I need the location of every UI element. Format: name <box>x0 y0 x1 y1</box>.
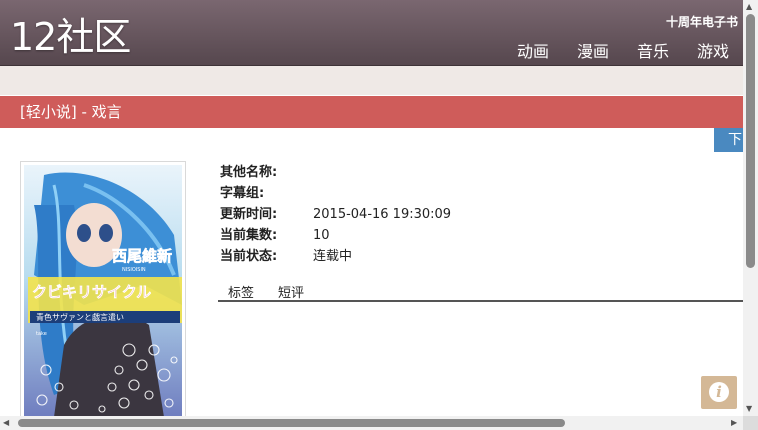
cover-title-text: クビキリサイクル <box>32 283 151 301</box>
info-label: 当前状态: <box>220 249 278 264</box>
nav-item-music[interactable]: 音乐 <box>637 38 669 62</box>
cover-image: 西尾維新 NISIOISIN クビキリサイクル 青色サヴァンと戯言遣い take <box>20 161 186 421</box>
nav-item-manga[interactable]: 漫画 <box>577 38 609 62</box>
info-value: 2015-04-16 19:30:09 <box>313 207 452 222</box>
main-nav: 动画 漫画 音乐 游戏 <box>489 38 729 62</box>
subheader-band <box>0 66 743 95</box>
info-label: 更新时间: <box>220 207 278 222</box>
info-row-status: 当前状态: 连载中 <box>220 246 451 267</box>
info-row-episode-count: 当前集数: 10 <box>220 225 451 246</box>
info-block: 其他名称: 字幕组: 更新时间: 2015-04-16 19:30:09 当前集… <box>220 162 451 267</box>
scroll-up-icon[interactable]: ▲ <box>746 2 752 12</box>
scrollbar-corner <box>743 416 758 430</box>
nav-item-games[interactable]: 游戏 <box>697 38 729 62</box>
category-bar: [轻小说] - 戏言 <box>0 96 743 128</box>
scroll-down-icon[interactable]: ▼ <box>746 404 752 414</box>
site-logo[interactable]: 12社区 <box>10 14 131 60</box>
info-value: 连载中 <box>313 249 353 264</box>
info-row-other-name: 其他名称: <box>220 162 451 183</box>
info-icon: i <box>709 382 729 402</box>
category-title: [轻小说] - 戏言 <box>20 103 122 121</box>
info-button[interactable]: i <box>701 376 737 409</box>
site-header: 12社区 十周年电子书 动画 漫画 音乐 游戏 <box>0 0 743 66</box>
cover-subtitle-text: 青色サヴァンと戯言遣い <box>36 312 124 322</box>
promo-link-ebook[interactable]: 十周年电子书 <box>666 13 738 30</box>
tab-tags[interactable]: 标签 <box>228 282 254 301</box>
info-row-updated-time: 更新时间: 2015-04-16 19:30:09 <box>220 204 451 225</box>
cover-author-text: 西尾維新 <box>112 247 172 265</box>
vertical-scrollbar[interactable]: ▲ ▼ <box>743 0 758 416</box>
scroll-right-icon[interactable]: ▶ <box>731 418 737 428</box>
info-label: 当前集数: <box>220 228 278 243</box>
scroll-left-icon[interactable]: ◀ <box>3 418 9 428</box>
cover-illustrator: take <box>36 331 47 337</box>
tab-short-reviews[interactable]: 短评 <box>278 282 304 301</box>
vertical-scroll-thumb[interactable] <box>746 14 755 268</box>
info-label: 其他名称: <box>220 165 278 180</box>
detail-tabs: 标签 短评 <box>218 280 743 302</box>
info-label: 字幕组: <box>220 186 265 201</box>
info-row-subtitle-group: 字幕组: <box>220 183 451 204</box>
info-value: 10 <box>313 228 330 243</box>
nav-item-anime[interactable]: 动画 <box>517 38 549 62</box>
download-button[interactable]: 下 <box>714 128 743 152</box>
cover-author-romaji: NISIOISIN <box>122 267 146 273</box>
horizontal-scroll-thumb[interactable] <box>18 419 565 427</box>
horizontal-scrollbar[interactable]: ◀ ▶ <box>0 416 743 430</box>
